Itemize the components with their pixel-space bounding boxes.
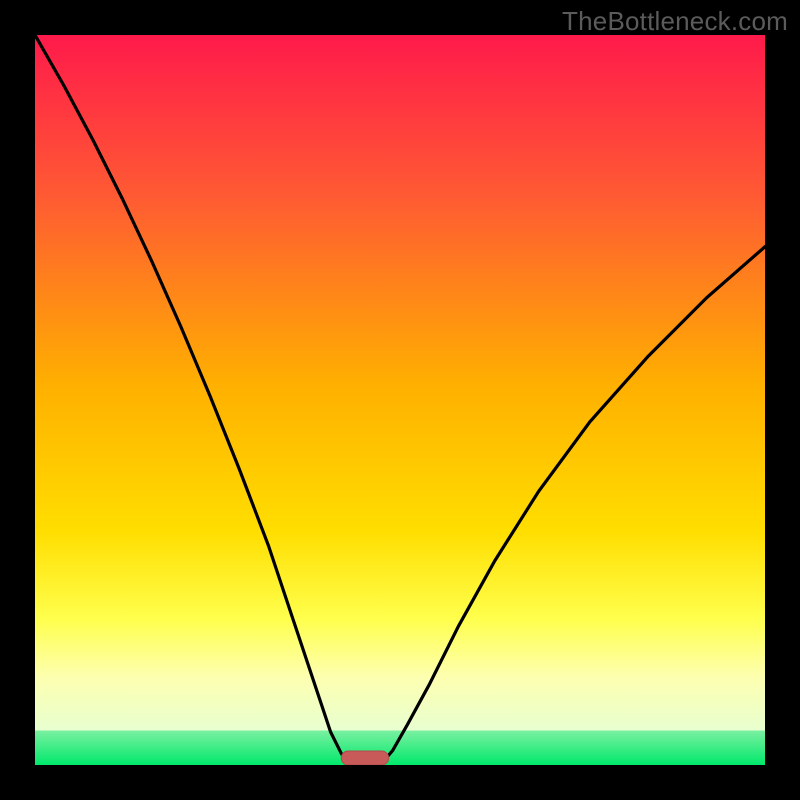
plot-area: [35, 35, 765, 765]
watermark-text: TheBottleneck.com: [562, 6, 788, 37]
chart-svg: [35, 35, 765, 765]
gradient-background: [35, 35, 765, 765]
chart-frame: TheBottleneck.com: [0, 0, 800, 800]
minimum-marker: [341, 751, 388, 765]
